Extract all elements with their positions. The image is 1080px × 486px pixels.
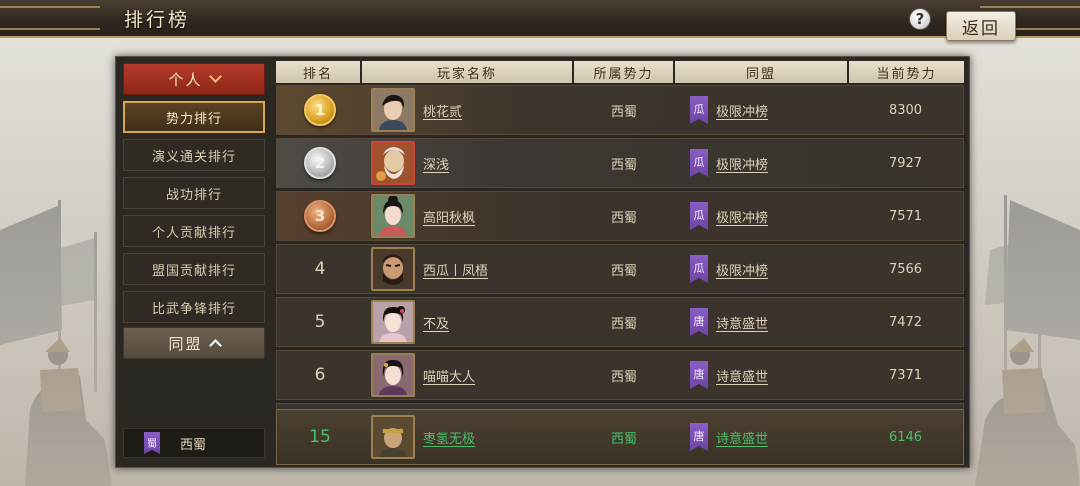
my-rank-row[interactable]: 15 枣氢无极 西蜀 唐 诗意盛世 6146: [276, 409, 964, 465]
column-header-alliance: 同盟: [675, 61, 847, 83]
alliance-name-link[interactable]: 诗意盛世: [716, 428, 768, 447]
rank-number: 4: [314, 259, 326, 279]
rank-number: 6: [314, 365, 326, 385]
power-value: 8300: [888, 102, 923, 118]
sidebar-item-power-ranking[interactable]: 势力排行: [123, 101, 265, 133]
gold-medal-icon: 1: [304, 94, 336, 126]
alliance-name-link[interactable]: 极限冲榜: [716, 101, 768, 120]
player-name-link[interactable]: 高阳秋枫: [423, 207, 475, 226]
table-row[interactable]: 4 西瓜丨凤梧 西蜀 瓜 极限冲榜 7566: [276, 244, 964, 294]
alliance-banner-icon: 瓜: [690, 255, 708, 283]
alliance-name-link[interactable]: 诗意盛世: [716, 366, 768, 385]
chevron-down-icon: [208, 70, 222, 83]
power-value: 7927: [888, 155, 923, 171]
table-row[interactable]: 6 喵喵大人 西蜀 唐 诗意盛世 7371: [276, 350, 964, 400]
table-row[interactable]: 5 不及 西蜀 唐 诗意盛世 7472: [276, 297, 964, 347]
faction-cell: 西蜀: [610, 316, 637, 332]
avatar[interactable]: [371, 141, 415, 185]
category-sidebar: 个人 势力排行 演义通关排行 战功排行 个人贡献排行 盟国贡献排行 比武争锋排行…: [116, 57, 273, 467]
column-header-rank: 排名: [276, 61, 360, 83]
alliance-category-toggle[interactable]: 同盟: [123, 327, 265, 359]
avatar[interactable]: [371, 415, 415, 459]
table-row[interactable]: 2 深浅 西蜀 瓜 极限冲榜 7927: [276, 138, 964, 188]
back-button[interactable]: 返回: [946, 11, 1016, 41]
faction-cell: 西蜀: [610, 210, 637, 226]
alliance-banner-icon: 瓜: [690, 202, 708, 230]
power-value: 7472: [888, 314, 923, 330]
alliance-banner-icon: 瓜: [690, 149, 708, 177]
bronze-medal-icon: 3: [304, 200, 336, 232]
sidebar-item-alliance-contribution-ranking[interactable]: 盟国贡献排行: [123, 253, 265, 285]
alliance-name-link[interactable]: 极限冲榜: [716, 207, 768, 226]
player-name-link[interactable]: 西瓜丨凤梧: [423, 260, 488, 279]
table-header: 排名 玩家名称 所属势力 同盟 当前势力: [276, 61, 966, 83]
column-header-power: 当前势力: [849, 61, 964, 83]
player-name-link[interactable]: 喵喵大人: [423, 366, 475, 385]
faction-cell: 西蜀: [610, 431, 637, 447]
faction-cell: 西蜀: [610, 104, 637, 120]
avatar[interactable]: [371, 247, 415, 291]
decorative-fret: [0, 6, 100, 30]
help-button[interactable]: ?: [909, 8, 931, 30]
alliance-banner-icon: 唐: [690, 308, 708, 336]
sidebar-item-contribution-ranking[interactable]: 个人贡献排行: [123, 215, 265, 247]
avatar[interactable]: [371, 194, 415, 238]
power-value: 7371: [888, 367, 923, 383]
table-row[interactable]: 1 桃花贰 西蜀 瓜 极限冲榜 8300: [276, 85, 964, 135]
ranking-panel: 个人 势力排行 演义通关排行 战功排行 个人贡献排行 盟国贡献排行 比武争锋排行…: [115, 56, 970, 468]
avatar[interactable]: [371, 300, 415, 344]
page-title: 排行榜: [124, 9, 191, 31]
help-icon: ?: [915, 10, 925, 28]
faction-cell: 西蜀: [610, 369, 637, 385]
avatar[interactable]: [371, 353, 415, 397]
my-faction-indicator: 蜀 西蜀: [123, 428, 265, 458]
silver-medal-icon: 2: [304, 147, 336, 179]
ranking-table: 排名 玩家名称 所属势力 同盟 当前势力 1 桃花贰 西蜀 瓜 极限冲榜 830…: [276, 61, 966, 465]
alliance-banner-icon: 唐: [690, 361, 708, 389]
sidebar-item-merit-ranking[interactable]: 战功排行: [123, 177, 265, 209]
top-bar: 排行榜 ?: [0, 0, 1080, 38]
alliance-name-link[interactable]: 极限冲榜: [716, 154, 768, 173]
power-value: 7571: [888, 208, 923, 224]
player-name-link[interactable]: 桃花贰: [423, 101, 462, 120]
alliance-name-link[interactable]: 诗意盛世: [716, 313, 768, 332]
faction-cell: 西蜀: [610, 157, 637, 173]
alliance-banner-icon: 瓜: [690, 96, 708, 124]
table-row[interactable]: 3 高阳秋枫 西蜀 瓜 极限冲榜 7571: [276, 191, 964, 241]
power-value: 6146: [888, 429, 923, 445]
column-header-faction: 所属势力: [574, 61, 673, 83]
personal-category-label: 个人: [168, 70, 203, 89]
rank-number: 5: [314, 312, 326, 332]
player-name-link[interactable]: 枣氢无极: [423, 428, 475, 447]
faction-banner-icon: 蜀: [144, 432, 160, 454]
rank-number: 15: [309, 427, 331, 447]
alliance-banner-icon: 唐: [690, 423, 708, 451]
sidebar-item-duel-ranking[interactable]: 比武争锋排行: [123, 291, 265, 323]
avatar[interactable]: [371, 88, 415, 132]
alliance-category-label: 同盟: [168, 334, 203, 353]
player-name-link[interactable]: 不及: [423, 313, 449, 332]
personal-category-toggle[interactable]: 个人: [123, 63, 265, 95]
alliance-name-link[interactable]: 极限冲榜: [716, 260, 768, 279]
my-faction-name: 西蜀: [180, 437, 207, 453]
sidebar-item-campaign-ranking[interactable]: 演义通关排行: [123, 139, 265, 171]
faction-cell: 西蜀: [610, 263, 637, 279]
player-name-link[interactable]: 深浅: [423, 154, 449, 173]
chevron-up-icon: [208, 338, 222, 352]
column-header-player: 玩家名称: [362, 61, 572, 83]
power-value: 7566: [888, 261, 923, 277]
